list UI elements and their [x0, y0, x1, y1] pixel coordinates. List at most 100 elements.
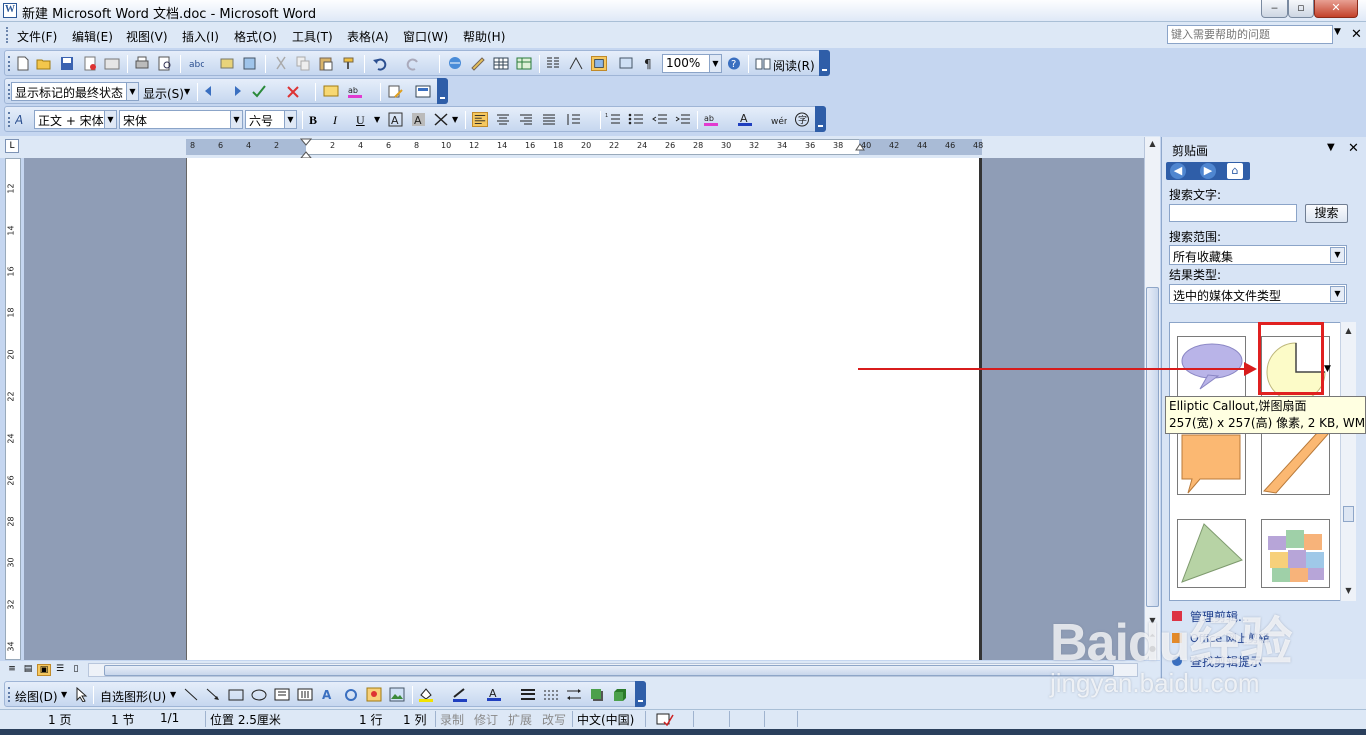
reject-change-icon[interactable] — [285, 84, 301, 99]
toolbar-options-icon[interactable] — [819, 50, 830, 76]
clip-triangle[interactable] — [1177, 519, 1246, 588]
insert-excel-icon[interactable] — [516, 56, 532, 71]
decrease-indent-icon[interactable] — [652, 112, 668, 127]
toolbar-options-icon[interactable] — [635, 681, 646, 707]
text-box-icon[interactable] — [274, 687, 290, 702]
clip-elliptic-callout[interactable] — [1177, 336, 1246, 405]
3d-style-icon[interactable] — [612, 687, 628, 702]
horizontal-scrollbar[interactable] — [88, 663, 1138, 677]
line-spacing-icon[interactable] — [565, 112, 581, 127]
search-button[interactable]: 搜索 — [1305, 204, 1348, 223]
arrow-icon[interactable] — [205, 687, 221, 702]
result-type-dropdown-icon[interactable]: ▼ — [1330, 286, 1345, 302]
toolbar-options-icon[interactable] — [437, 78, 448, 104]
help-search-box[interactable] — [1167, 25, 1333, 44]
enclose-characters-icon[interactable]: 字 — [794, 112, 810, 127]
line-style-icon[interactable] — [520, 687, 536, 702]
research-icon[interactable] — [219, 56, 235, 71]
style-combo[interactable]: 正文 + 宋体 ▼ — [34, 110, 117, 129]
close-button[interactable]: ✕ — [1314, 0, 1358, 18]
shadow-style-icon[interactable] — [589, 687, 605, 702]
new-comment-icon[interactable] — [323, 84, 339, 99]
status-overtype[interactable]: 改写 — [542, 711, 566, 728]
maximize-button[interactable]: ▫ — [1288, 0, 1314, 18]
zoom-dropdown-icon[interactable]: ▼ — [709, 55, 721, 72]
new-doc-icon[interactable] — [15, 56, 31, 71]
menu-file[interactable]: 文件(F) — [17, 28, 57, 45]
tables-borders-icon[interactable] — [470, 56, 486, 71]
diagram-icon[interactable] — [343, 687, 359, 702]
cut-icon[interactable] — [273, 56, 289, 71]
select-objects-icon[interactable] — [73, 687, 89, 702]
undo-icon[interactable] — [372, 56, 388, 71]
result-type-select[interactable]: 选中的媒体文件类型 ▼ — [1169, 284, 1347, 304]
hyperlink-icon[interactable] — [447, 56, 463, 71]
menu-view[interactable]: 视图(V) — [126, 28, 168, 45]
document-map-icon[interactable] — [591, 56, 607, 71]
styles-formatting-icon[interactable]: A — [15, 112, 31, 127]
show-dropdown-icon[interactable]: ▼ — [184, 87, 190, 96]
results-scrollbar[interactable]: ▲ ▼ — [1340, 322, 1356, 601]
right-indent-marker-icon[interactable] — [855, 143, 865, 155]
font-size-combo[interactable]: 六号 ▼ — [245, 110, 297, 129]
toolbar-grip[interactable] — [8, 112, 11, 127]
open-icon[interactable] — [36, 56, 52, 71]
bullets-icon[interactable] — [628, 112, 644, 127]
results-scroll-thumb[interactable] — [1343, 506, 1354, 522]
back-icon[interactable]: ◀ — [1170, 163, 1186, 179]
insert-clipart-icon[interactable] — [366, 687, 382, 702]
draw-dropdown-icon[interactable]: ▼ — [61, 690, 67, 699]
results-scroll-down-icon[interactable]: ▼ — [1341, 584, 1356, 598]
font-color-icon[interactable]: A — [737, 112, 753, 127]
autoshapes-dropdown-icon[interactable]: ▼ — [170, 690, 176, 699]
bold-button[interactable]: B — [309, 113, 317, 128]
save-icon[interactable] — [59, 56, 75, 71]
forward-icon[interactable]: ▶ — [1200, 163, 1216, 179]
increase-indent-icon[interactable] — [675, 112, 691, 127]
menu-table[interactable]: 表格(A) — [347, 28, 389, 45]
markup-state-combo[interactable]: 显示标记的最终状态 ▼ — [11, 82, 139, 101]
accept-change-icon[interactable] — [251, 84, 267, 99]
close-document-icon[interactable]: ✕ — [1351, 27, 1362, 42]
vertical-text-box-icon[interactable] — [297, 687, 313, 702]
toolbar-grip[interactable] — [8, 687, 11, 702]
paste-icon[interactable] — [318, 56, 334, 71]
highlight-icon[interactable]: ab — [347, 84, 363, 99]
spelling-status-icon[interactable] — [656, 712, 674, 726]
line-icon[interactable] — [183, 687, 199, 702]
web-view-icon[interactable]: ▤ — [21, 664, 35, 676]
clip-menu-arrow-icon[interactable]: ▼ — [1324, 364, 1331, 374]
scope-dropdown-icon[interactable]: ▼ — [1330, 247, 1345, 263]
home-icon[interactable]: ⌂ — [1227, 163, 1243, 179]
redo-icon[interactable] — [405, 56, 421, 71]
read-mode-icon[interactable] — [755, 56, 771, 71]
previous-change-icon[interactable] — [203, 84, 219, 99]
underline-button[interactable]: U — [356, 113, 365, 128]
highlight-color-icon[interactable]: ab — [703, 112, 719, 127]
rectangle-icon[interactable] — [228, 687, 244, 702]
wordart-icon[interactable]: A — [320, 687, 336, 702]
menu-tools[interactable]: 工具(T) — [292, 28, 333, 45]
indent-marker-icon[interactable] — [300, 138, 312, 160]
oval-icon[interactable] — [251, 687, 267, 702]
print-preview-icon[interactable] — [157, 56, 173, 71]
status-extend[interactable]: 扩展 — [508, 711, 532, 728]
draw-font-color-icon[interactable]: A — [486, 687, 502, 702]
track-changes-icon[interactable] — [387, 84, 403, 99]
copy-icon[interactable] — [295, 56, 311, 71]
clip-puzzle[interactable] — [1261, 519, 1330, 588]
fill-color-icon[interactable] — [418, 687, 434, 702]
menu-edit[interactable]: 编辑(E) — [72, 28, 113, 45]
document-page[interactable] — [186, 158, 982, 660]
status-track-changes[interactable]: 修订 — [474, 711, 498, 728]
style-dropdown-icon[interactable]: ▼ — [104, 111, 116, 128]
word-app-icon[interactable] — [3, 3, 17, 18]
scaling-dropdown-icon[interactable]: ▼ — [452, 115, 458, 124]
normal-view-icon[interactable]: ≡ — [5, 664, 19, 676]
clip-diagonal-bar[interactable] — [1261, 430, 1330, 495]
print-icon[interactable] — [134, 56, 150, 71]
draw-menu-button[interactable]: 绘图(D) — [15, 688, 58, 705]
numbering-icon[interactable]: 1 — [605, 112, 621, 127]
italic-button[interactable]: I — [333, 113, 337, 128]
horizontal-scroll-thumb[interactable] — [104, 665, 1114, 676]
